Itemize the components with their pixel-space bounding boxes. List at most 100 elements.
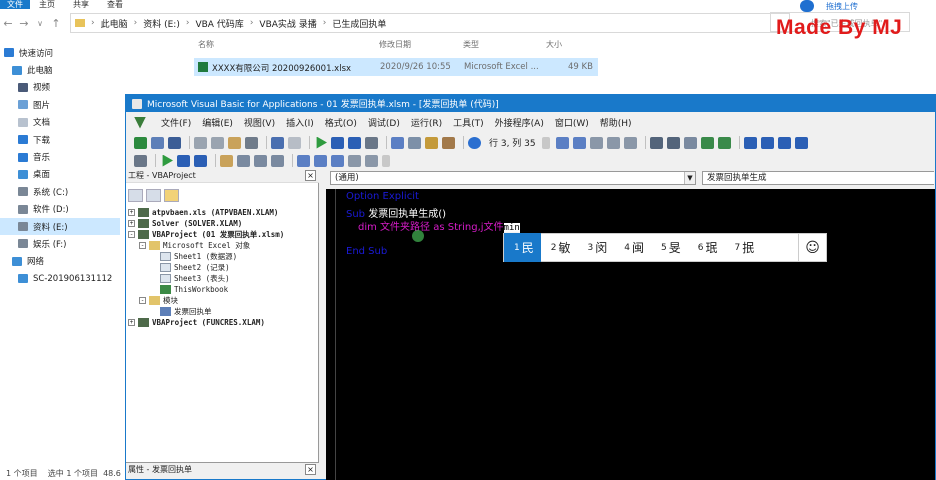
view-excel-icon[interactable] [134, 136, 147, 149]
list-properties-icon[interactable] [555, 136, 569, 149]
menu-run[interactable]: 运行(R) [411, 116, 442, 129]
sidebar-item-pictures[interactable]: 图片 [0, 96, 120, 113]
insert-module-icon[interactable] [151, 136, 164, 149]
toolbar-options-icon[interactable] [541, 136, 550, 149]
collapse-icon[interactable]: - [128, 231, 135, 238]
view-object-icon[interactable] [146, 188, 161, 202]
tree-node[interactable]: - Microsoft Excel 对象 [128, 240, 284, 251]
ime-candidate[interactable]: 7抿 [725, 233, 762, 262]
ribbon-tab-share[interactable]: 共享 [64, 0, 98, 9]
vbe-menu-icon[interactable] [134, 116, 150, 129]
cloud-upload-button[interactable]: 拖拽上传 [800, 0, 936, 12]
step-out-icon[interactable] [271, 154, 284, 167]
toolbox-icon[interactable] [442, 136, 455, 149]
tree-node[interactable]: - VBAProject (01 发票回执单.xlsm) [128, 229, 284, 240]
ime-candidate[interactable]: 3闵 [578, 233, 615, 262]
menu-window[interactable]: 窗口(W) [555, 116, 589, 129]
tree-node[interactable]: + atpvbaen.xls (ATPVBAEN.XLAM) [128, 207, 284, 218]
run-icon[interactable] [162, 154, 173, 167]
menu-insert[interactable]: 插入(I) [286, 116, 314, 129]
address-box[interactable]: › 此电脑 › 资料 (E:) › VBA 代码库 › VBA实战 录播 › 已… [70, 13, 790, 33]
save-icon[interactable] [168, 136, 181, 149]
expand-icon[interactable]: + [128, 220, 135, 227]
ribbon-tab-view[interactable]: 查看 [98, 0, 132, 9]
tree-node[interactable]: 发票回执单 [128, 306, 284, 317]
find-icon[interactable] [245, 136, 258, 149]
reset-icon[interactable] [348, 136, 361, 149]
expand-icon[interactable]: + [128, 209, 135, 216]
quick-info-icon[interactable] [589, 136, 603, 149]
design-mode-icon[interactable] [365, 136, 378, 149]
prev-bookmark-icon[interactable] [777, 136, 791, 149]
clear-bookmarks-icon[interactable] [794, 136, 808, 149]
menu-tools[interactable]: 工具(T) [453, 116, 484, 129]
menu-addins[interactable]: 外接程序(A) [495, 116, 544, 129]
project-explorer-icon[interactable] [391, 136, 404, 149]
toggle-breakpoint-icon[interactable] [220, 154, 233, 167]
tree-node[interactable]: Sheet3 (表头) [128, 273, 284, 284]
paste-icon[interactable] [228, 136, 241, 149]
tree-node[interactable]: - 模块 [128, 295, 284, 306]
sidebar-item-videos[interactable]: 视频 [0, 79, 120, 96]
column-header-type[interactable]: 类型 [463, 39, 479, 50]
sidebar-item-drive-e[interactable]: 资料 (E:) [0, 217, 120, 236]
toggle-breakpoint-icon[interactable] [683, 136, 697, 149]
break-icon[interactable] [331, 136, 344, 149]
menu-edit[interactable]: 编辑(E) [202, 116, 233, 129]
collapse-icon[interactable]: - [139, 242, 146, 249]
sidebar-item-music[interactable]: 音乐 [0, 148, 120, 165]
back-arrow-icon[interactable]: ← [0, 17, 16, 30]
sidebar-item-documents[interactable]: 文档 [0, 114, 120, 131]
breadcrumb-item[interactable]: 已生成回执单 [332, 17, 386, 30]
sidebar-item-drive-f[interactable]: 娱乐 (F:) [0, 235, 120, 252]
ribbon-tab-file[interactable]: 文件 [0, 0, 30, 9]
ribbon-tab-home[interactable]: 主页 [30, 0, 64, 9]
up-arrow-icon[interactable]: ↑ [48, 17, 64, 30]
indent-icon[interactable] [649, 136, 663, 149]
sidebar-item-this-pc[interactable]: 此电脑 [0, 61, 120, 78]
sidebar-item-drive-d[interactable]: 软件 (D:) [0, 201, 120, 218]
undo-icon[interactable] [271, 136, 284, 149]
sidebar-item-desktop[interactable]: 桌面 [0, 166, 120, 183]
sidebar-item-network-pc[interactable]: SC-201906131112 [0, 270, 120, 287]
column-header-name[interactable]: 名称 [198, 39, 214, 50]
breadcrumb-item[interactable]: VBA实战 录播 [259, 17, 316, 30]
collapse-icon[interactable]: - [139, 297, 146, 304]
parameter-info-icon[interactable] [606, 136, 620, 149]
file-row[interactable]: XXXX有限公司 20200926001.xlsx 2020/9/26 10:5… [194, 58, 598, 76]
menu-help[interactable]: 帮助(H) [600, 116, 632, 129]
quick-watch-icon[interactable] [348, 154, 361, 167]
call-stack-icon[interactable] [365, 154, 378, 167]
expand-icon[interactable]: + [128, 319, 135, 326]
tree-node[interactable]: Sheet1 (数据源) [128, 251, 284, 262]
forward-arrow-icon[interactable]: → [16, 17, 32, 30]
object-combo[interactable]: (通用) ▼ [330, 171, 696, 185]
next-bookmark-icon[interactable] [760, 136, 774, 149]
breadcrumb-item[interactable]: 资料 (E:) [143, 17, 180, 30]
dropdown-arrow-icon[interactable]: ▼ [684, 172, 695, 184]
outdent-icon[interactable] [666, 136, 680, 149]
menu-file[interactable]: 文件(F) [161, 116, 191, 129]
list-constants-icon[interactable] [572, 136, 586, 149]
ime-candidate[interactable]: 2敏 [541, 233, 578, 262]
toggle-folders-icon[interactable] [164, 188, 179, 202]
run-icon[interactable] [316, 136, 327, 149]
step-over-icon[interactable] [254, 154, 267, 167]
step-into-icon[interactable] [237, 154, 250, 167]
ime-candidate[interactable]: 1民 [504, 233, 541, 262]
ime-candidate[interactable]: 4闽 [614, 233, 651, 262]
menu-view[interactable]: 视图(V) [244, 116, 275, 129]
ime-candidate[interactable]: 6珉 [688, 233, 725, 262]
menu-format[interactable]: 格式(O) [325, 116, 357, 129]
procedure-combo[interactable]: 发票回执单生成 [702, 171, 934, 185]
close-icon[interactable]: × [305, 464, 316, 475]
tree-node[interactable]: ThisWorkbook [128, 284, 284, 295]
ime-candidate[interactable]: 5旻 [651, 233, 688, 262]
close-icon[interactable]: × [305, 170, 316, 181]
column-header-modified[interactable]: 修改日期 [379, 39, 411, 50]
comment-block-icon[interactable] [700, 136, 714, 149]
design-mode-icon[interactable] [134, 154, 147, 167]
reset-icon[interactable] [194, 154, 207, 167]
complete-word-icon[interactable] [623, 136, 637, 149]
sidebar-item-drive-c[interactable]: 系统 (C:) [0, 183, 120, 200]
